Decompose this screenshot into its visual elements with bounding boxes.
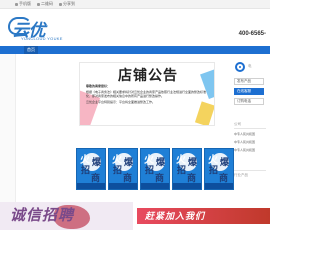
avatar-icon — [235, 62, 245, 72]
card-footer — [141, 183, 169, 189]
recruit-banner-text: 诚信招聘 — [10, 206, 75, 224]
product-char: 招 — [177, 166, 187, 176]
product-char: 招 — [113, 166, 123, 176]
order-phone-button[interactable]: 订购电话 — [234, 98, 264, 105]
publish-product-button[interactable]: 发布产品 — [234, 78, 264, 85]
product-char: 爆 — [92, 158, 102, 168]
left-sidebar — [0, 54, 16, 202]
recruit-banner[interactable]: 诚信招聘 — [0, 202, 133, 230]
announcement-paragraph: 云优企业平台特别提示：平台将全面推进整改工作。 — [86, 99, 156, 104]
product-card[interactable]: 火 爆 招 商 — [108, 148, 138, 190]
page-footer-space — [0, 230, 270, 261]
announcement-banner: 店铺公告 尊敬的商家您好： 根据《电子商务法》相关要求将针对云优企业的商家产品依… — [79, 62, 215, 126]
company-item[interactable]: 中专人民共和国 — [234, 132, 255, 136]
company-item[interactable]: 中专人民共和国 — [234, 140, 255, 144]
company-section-label: 公司 — [234, 122, 241, 126]
join-us-banner[interactable]: 赶紧加入我们 — [137, 202, 270, 230]
card-footer — [109, 183, 137, 189]
product-char: 爆 — [220, 158, 230, 168]
share-icon — [59, 2, 62, 6]
right-sidebar: 电 发布产品 在线客服 订购电话 公司 中专人民共和国 中专人民共和国 中专人民… — [232, 60, 268, 200]
site-header: 云优客 YUNCLOUD YOUKE 400-6565- — [0, 9, 270, 65]
divider — [234, 170, 266, 171]
join-us-banner-text: 赶紧加入我们 — [145, 212, 206, 222]
announcement-paragraph: 根据《电子商务法》相关要求将针对云优企业的商家产品依照行业法规进行全面的整改标准… — [86, 89, 207, 99]
card-footer — [173, 183, 201, 189]
product-card[interactable]: 火 爆 招 商 — [204, 148, 234, 190]
shop-name: 电 — [248, 64, 252, 68]
top-utility-bar: 手机版 二维码 分享到 — [0, 0, 270, 9]
main-content: 店铺公告 尊敬的商家您好： 根据《电子商务法》相关要求将针对云优企业的商家产品依… — [0, 54, 270, 202]
hotline-number: 400-6565- — [238, 31, 266, 37]
qrcode-link[interactable]: 二维码 — [37, 1, 53, 7]
product-card[interactable]: 火 爆 招 商 — [140, 148, 170, 190]
product-card[interactable]: 火 爆 招 商 — [76, 148, 106, 190]
mobile-link[interactable]: 手机版 — [15, 1, 31, 7]
company-item[interactable]: 中专人民共和国 — [234, 148, 255, 152]
nav-home[interactable]: 首页 — [24, 46, 38, 54]
product-char: 爆 — [188, 158, 198, 168]
logo-subtitle: YUNCLOUD YOUKE — [21, 36, 63, 41]
product-card[interactable]: 火 爆 招 商 — [172, 148, 202, 190]
top-links: 手机版 二维码 分享到 — [15, 1, 75, 7]
product-char: 招 — [81, 166, 91, 176]
announcement-body: 尊敬的商家您好： 根据《电子商务法》相关要求将针对云优企业的商家产品依照行业法规… — [86, 84, 206, 105]
site-logo[interactable]: 云优客 YUNCLOUD YOUKE — [8, 16, 62, 65]
qrcode-icon — [37, 2, 40, 6]
product-grid: 火 爆 招 商 火 爆 招 商 火 爆 招 商 火 爆 招 商 火 爆 招 商 — [76, 148, 236, 194]
customer-service-button[interactable]: 在线客服 — [234, 88, 264, 95]
share-link[interactable]: 分享到 — [59, 1, 75, 7]
product-char: 招 — [145, 166, 155, 176]
product-char: 爆 — [156, 158, 166, 168]
decor-shape — [194, 101, 214, 125]
card-footer — [77, 183, 105, 189]
industry-products-label: 行业产品 — [234, 173, 248, 177]
announcement-greeting: 尊敬的商家您好： — [86, 84, 111, 88]
product-char: 招 — [209, 166, 219, 176]
divider — [234, 128, 266, 129]
main-nav: 首页 — [0, 46, 270, 54]
announcement-title: 店铺公告 — [118, 67, 178, 83]
product-char: 爆 — [124, 158, 134, 168]
card-footer — [205, 183, 233, 189]
mobile-icon — [15, 2, 18, 6]
